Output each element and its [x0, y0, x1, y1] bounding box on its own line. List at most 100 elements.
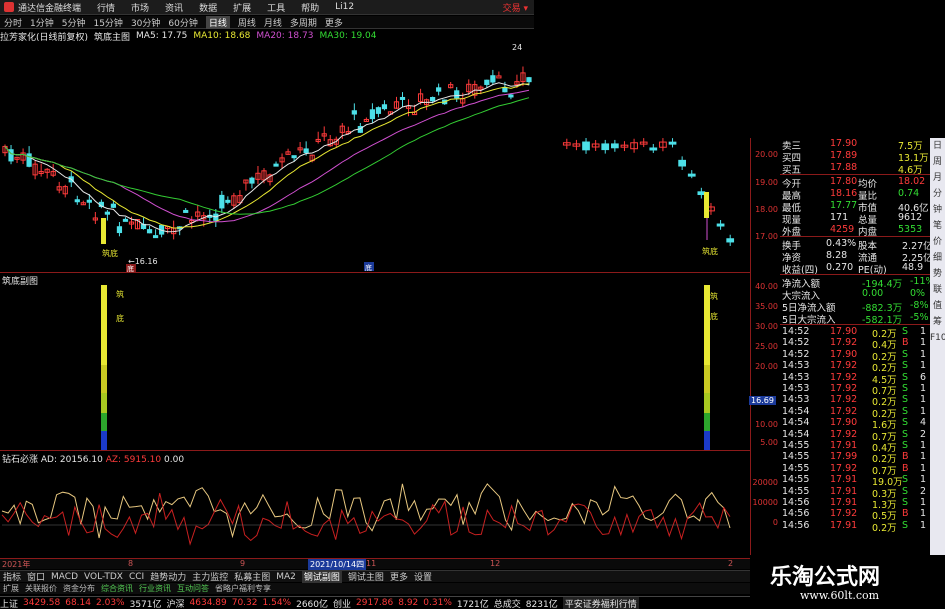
- extend-tab[interactable]: 互动问答: [177, 583, 209, 594]
- broker-banner[interactable]: 平安证券福利行情: [562, 596, 639, 609]
- indicator-tab[interactable]: 钢试主图: [348, 570, 384, 583]
- period-tab-weekly[interactable]: 周线: [238, 16, 256, 29]
- extend-tab[interactable]: 综合资讯: [101, 583, 133, 594]
- stat-row[interactable]: 净资 8.28 流通 2.25亿: [780, 250, 933, 264]
- side-tab[interactable]: 周: [930, 154, 945, 170]
- tick-row[interactable]: 14:55 17.91 0.4万 S 1: [780, 440, 930, 454]
- fund-flow-row[interactable]: 大宗流入 0.00 0%: [780, 288, 930, 302]
- tick-row[interactable]: 14:52 17.90 0.2万 S 1: [780, 349, 930, 363]
- tick-row[interactable]: 14:55 17.91 0.3万 S 2: [780, 485, 930, 500]
- stat-row[interactable]: 收益(四) 0.270 PE(动) 48.9: [780, 262, 930, 276]
- tick-row[interactable]: 14:55 17.91 19.0万 S 1: [780, 474, 930, 488]
- tick-side: B: [902, 451, 909, 463]
- extend-tab[interactable]: 省略户福利专享: [215, 583, 271, 594]
- tick-count: 2: [920, 485, 927, 497]
- indicator-tab[interactable]: 私募主图: [234, 570, 270, 583]
- main-indicator-name[interactable]: 筑底主图: [94, 30, 130, 43]
- side-tab[interactable]: 势: [930, 266, 945, 282]
- menu-item-news[interactable]: 资讯: [165, 1, 183, 14]
- period-tab-5m[interactable]: 5分钟: [62, 16, 86, 29]
- menu-item-help[interactable]: 帮助: [301, 1, 319, 14]
- stat-row[interactable]: 换手 0.43% 股本 2.27亿: [780, 238, 933, 252]
- tick-row[interactable]: 14:52 17.92 0.4万 B 1: [780, 337, 930, 351]
- side-tab[interactable]: 钟: [930, 202, 945, 218]
- stat-row[interactable]: 最低 17.77 市值 40.6亿: [780, 200, 930, 214]
- extend-tab[interactable]: 扩展: [3, 583, 19, 594]
- main-price-chart[interactable]: 筑底 筑底 ←16.16 24 底底: [0, 42, 750, 273]
- side-tab[interactable]: 细: [930, 250, 945, 266]
- indicator-tab[interactable]: 设置: [414, 570, 432, 583]
- indicator-tab[interactable]: 窗口: [27, 570, 45, 583]
- side-tab[interactable]: 日: [930, 138, 945, 154]
- indicator-tab[interactable]: 指标: [3, 570, 21, 583]
- tick-row[interactable]: 14:54 17.90 1.6万 S 4: [780, 417, 930, 431]
- side-tab[interactable]: F10: [930, 330, 945, 346]
- side-tab[interactable]: 筹: [930, 314, 945, 330]
- fund-flow-row[interactable]: 5日大宗流入 -582.1万 -5%: [780, 312, 930, 326]
- menu-item-quotes[interactable]: 行情: [97, 1, 115, 14]
- index-label-cy[interactable]: 创业: [333, 597, 351, 609]
- period-tab-15m[interactable]: 15分钟: [93, 16, 122, 29]
- tick-row[interactable]: 14:54 17.92 0.2万 S 1: [780, 406, 930, 420]
- indicator-tab[interactable]: 主力监控: [192, 570, 228, 583]
- side-tab[interactable]: 月: [930, 170, 945, 186]
- tick-row[interactable]: 14:53 17.92 4.5万 S 6: [780, 372, 930, 386]
- tick-row[interactable]: 14:53 17.92 0.7万 S 1: [780, 383, 930, 397]
- tick-row[interactable]: 14:54 17.92 0.7万 S 2: [780, 429, 930, 443]
- menu-item-data[interactable]: 数据: [199, 1, 217, 14]
- side-tab[interactable]: 分: [930, 186, 945, 202]
- period-tab-monthly[interactable]: 月线: [264, 16, 282, 29]
- indicator-tab[interactable]: MA2: [276, 572, 296, 582]
- tick-row[interactable]: 14:55 17.99 0.2万 B 1: [780, 451, 930, 465]
- extend-tab[interactable]: 行业资讯: [139, 583, 171, 594]
- menu-item-tools[interactable]: 工具: [267, 1, 285, 14]
- indicator-tab[interactable]: VOL-TDX: [84, 572, 123, 582]
- date-label: 2: [728, 559, 734, 568]
- period-tab-intraday[interactable]: 分时: [4, 16, 22, 29]
- index-label-sh[interactable]: 上证: [0, 597, 18, 609]
- side-tab[interactable]: 联: [930, 282, 945, 298]
- indicator-tab[interactable]: 更多: [390, 570, 408, 583]
- side-tab[interactable]: 值: [930, 298, 945, 314]
- signal-bar-segment: [101, 365, 107, 393]
- period-tab-30m[interactable]: 30分钟: [131, 16, 160, 29]
- order-book-row[interactable]: 卖三 17.90 7.5万: [780, 138, 930, 152]
- indicator-tab[interactable]: 钢试副图: [301, 570, 342, 583]
- menu-item-extend[interactable]: 扩展: [233, 1, 251, 14]
- tick-row[interactable]: 14:53 17.92 0.2万 S 1: [780, 360, 930, 374]
- period-tab-multi[interactable]: 多周期: [290, 16, 317, 29]
- tick-row[interactable]: 14:55 17.92 0.7万 B 1: [780, 463, 930, 477]
- indicator-tab[interactable]: CCI: [129, 572, 144, 582]
- period-tab-more[interactable]: 更多: [325, 16, 343, 29]
- stat-row[interactable]: 外盘 4259 内盘 5353: [780, 224, 930, 238]
- extend-tab[interactable]: 关联报价: [25, 583, 57, 594]
- tick-row[interactable]: 14:56 17.91 0.2万 S 1: [780, 520, 930, 534]
- fund-flow-row[interactable]: 净流入额 -194.4万 -11%: [780, 276, 935, 290]
- flow-pct: 0%: [910, 288, 926, 299]
- menu-item-user[interactable]: Li12: [335, 2, 354, 12]
- candle-body: [303, 148, 309, 154]
- tick-row[interactable]: 14:52 17.90 0.2万 S 1: [780, 326, 930, 340]
- tick-row[interactable]: 14:53 17.92 0.2万 S 1: [780, 394, 930, 408]
- tick-row[interactable]: 14:56 17.92 0.5万 B 1: [780, 508, 930, 522]
- trade-button[interactable]: 交易 ▾: [503, 1, 528, 14]
- period-tab-60m[interactable]: 60分钟: [168, 16, 197, 29]
- period-tab-daily[interactable]: 日线: [205, 15, 230, 29]
- index-label-hs[interactable]: 沪深: [167, 597, 185, 609]
- sub-chart-bottom-signal[interactable]: 筑底副图 筑底筑底: [0, 272, 750, 450]
- sub-chart-diamond[interactable]: 钻石必涨 AD: 20156.10 AZ: 5915.10 0.00: [0, 450, 750, 558]
- side-tab[interactable]: 笔: [930, 218, 945, 234]
- side-tab[interactable]: 价: [930, 234, 945, 250]
- period-tab-1m[interactable]: 1分钟: [30, 16, 54, 29]
- indicator-tab[interactable]: MACD: [51, 572, 78, 582]
- stat-row[interactable]: 今开 17.80 均价 18.02: [780, 176, 930, 190]
- stat-row[interactable]: 现量 171 总量 9612: [780, 212, 930, 226]
- fund-flow-row[interactable]: 5日净流入额 -882.3万 -8%: [780, 300, 930, 314]
- order-book-row[interactable]: 买五 17.88 4.6万: [780, 162, 930, 176]
- order-book-row[interactable]: 买四 17.89 13.1万: [780, 150, 930, 164]
- tick-row[interactable]: 14:56 17.91 1.3万 S 1: [780, 497, 930, 511]
- extend-tab[interactable]: 资金分布: [63, 583, 95, 594]
- menu-item-market[interactable]: 市场: [131, 1, 149, 14]
- indicator-tab[interactable]: 趋势动力: [150, 570, 186, 583]
- stat-row[interactable]: 最高 18.16 量比 0.74: [780, 188, 930, 202]
